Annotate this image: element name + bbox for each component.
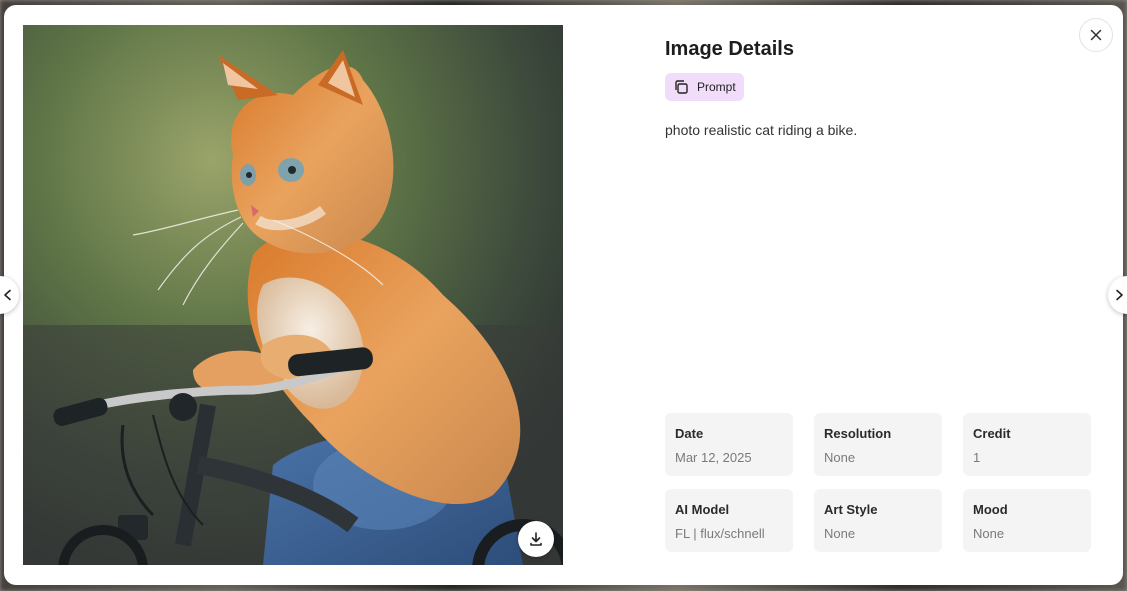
chevron-left-icon: [2, 289, 14, 301]
meta-label: AI Model: [675, 502, 729, 517]
meta-label: Date: [675, 426, 703, 441]
modal-title: Image Details: [665, 38, 794, 61]
meta-value: None: [824, 450, 855, 465]
meta-value: None: [824, 526, 855, 541]
meta-label: Resolution: [824, 426, 891, 441]
meta-card-mood: Mood None: [963, 489, 1091, 552]
download-icon: [528, 531, 544, 547]
image-details-modal: Image Details Prompt photo realistic cat…: [4, 5, 1123, 585]
meta-label: Art Style: [824, 502, 877, 517]
meta-label: Credit: [973, 426, 1011, 441]
close-button[interactable]: [1079, 18, 1113, 52]
meta-card-art-style: Art Style None: [814, 489, 942, 552]
copy-icon: [673, 79, 689, 95]
meta-value: Mar 12, 2025: [675, 450, 752, 465]
meta-value: None: [973, 526, 1004, 541]
meta-card-credit: Credit 1: [963, 413, 1091, 476]
cat-on-bike-illustration: [23, 25, 563, 565]
meta-card-resolution: Resolution None: [814, 413, 942, 476]
generated-image: [23, 25, 563, 565]
download-button[interactable]: [518, 521, 554, 557]
prompt-text: photo realistic cat riding a bike.: [665, 122, 857, 138]
meta-label: Mood: [973, 502, 1008, 517]
meta-card-date: Date Mar 12, 2025: [665, 413, 793, 476]
details-panel: Image Details Prompt photo realistic cat…: [665, 5, 1095, 585]
close-icon: [1090, 29, 1102, 41]
chevron-right-icon: [1113, 289, 1125, 301]
meta-value: 1: [973, 450, 980, 465]
prompt-tab-label: Prompt: [697, 80, 736, 94]
prompt-tab[interactable]: Prompt: [665, 73, 744, 101]
meta-card-ai-model: AI Model FL | flux/schnell: [665, 489, 793, 552]
meta-value: FL | flux/schnell: [675, 526, 765, 541]
